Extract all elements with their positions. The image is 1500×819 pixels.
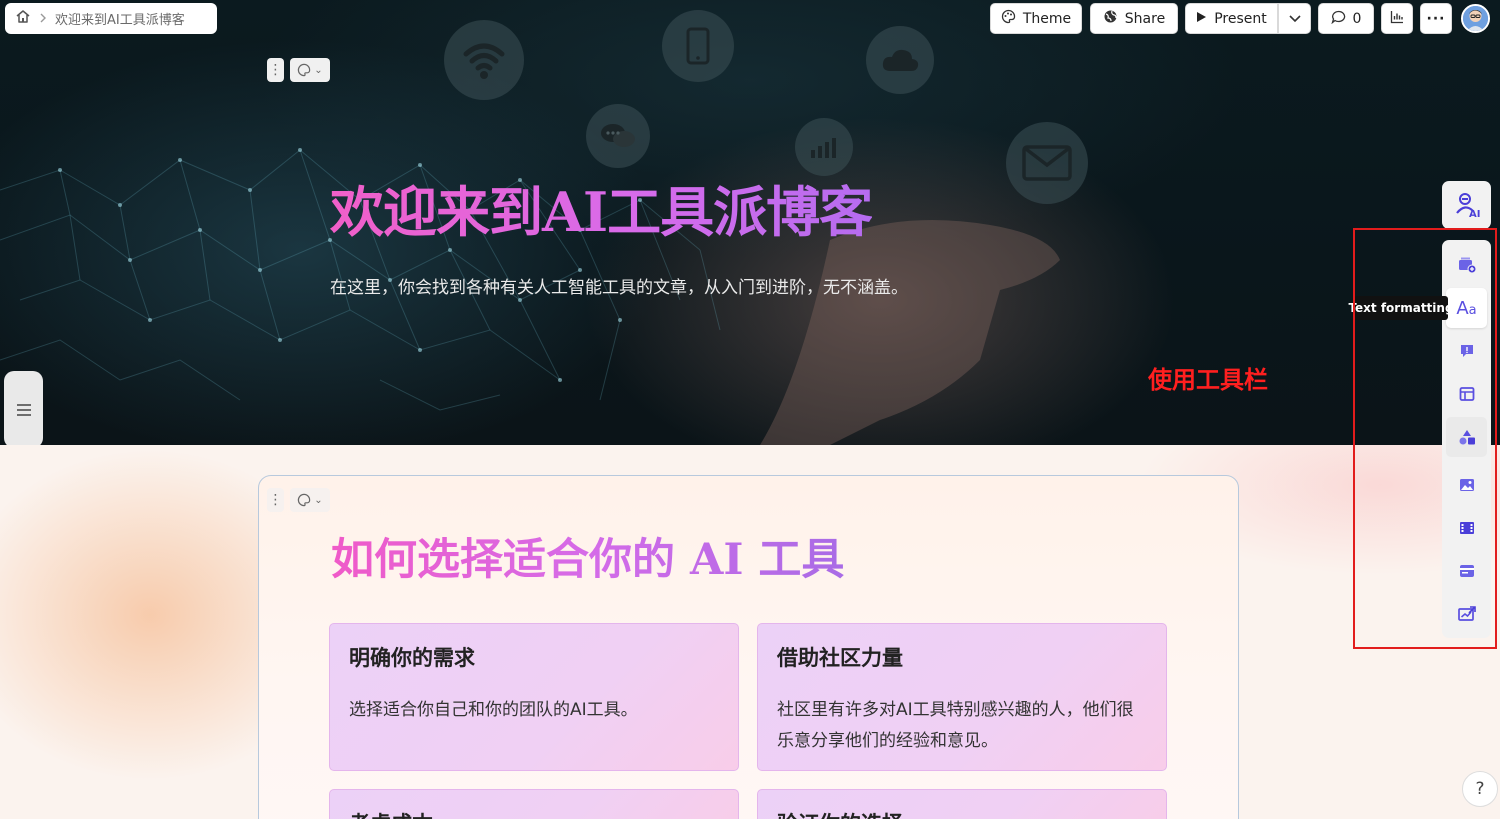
text-formatting-icon: Aa: [1456, 297, 1477, 319]
info-card[interactable]: 借助社区力量 社区里有许多对AI工具特别感兴趣的人，他们很乐意分享他们的经验和意…: [757, 623, 1167, 771]
info-card-heading: 明确你的需求: [349, 646, 475, 670]
info-card-heading: 验证你的选择: [777, 808, 1147, 819]
info-card[interactable]: 明确你的需求 选择适合你自己和你的团队的AI工具。: [329, 623, 739, 771]
insert-toolbar: Aa: [1442, 240, 1491, 638]
chevron-down-icon: ⌄: [314, 64, 323, 76]
present-button[interactable]: Present: [1185, 3, 1278, 34]
analytics-icon: [1390, 10, 1404, 28]
hero-title[interactable]: 欢迎来到AI工具派博客: [330, 168, 873, 247]
toc-menu-button[interactable]: [4, 371, 43, 448]
chat-bubbles-icon: [586, 104, 650, 168]
breadcrumb-page-title[interactable]: 欢迎来到AI工具派博客: [55, 9, 185, 28]
cloud-icon: [866, 26, 934, 94]
info-card-text: 社区里有许多对AI工具特别感兴趣的人，他们很乐意分享他们的经验和意见。: [777, 700, 1134, 751]
more-options-button[interactable]: ···: [1420, 3, 1452, 34]
image-icon: [1459, 479, 1474, 491]
chevron-down-icon: ⌄: [314, 494, 323, 506]
share-label: Share: [1124, 10, 1166, 27]
chevron-down-icon: [1288, 11, 1301, 27]
present-options-button[interactable]: [1278, 3, 1311, 34]
text-formatting-tooltip: Text formatting: [1348, 296, 1454, 320]
callout-icon: [1460, 345, 1473, 357]
callout-button[interactable]: [1446, 331, 1487, 371]
add-card-button[interactable]: [1446, 245, 1487, 285]
info-card[interactable]: 验证你的选择: [757, 789, 1167, 819]
info-card-heading: 借助社区力量: [777, 646, 903, 670]
shapes-button[interactable]: [1446, 417, 1487, 457]
image-button[interactable]: [1446, 465, 1487, 505]
present-label: Present: [1214, 10, 1267, 27]
home-icon[interactable]: [15, 9, 31, 28]
info-card-text: 选择适合你自己和你的团队的AI工具。: [349, 700, 638, 720]
section-title[interactable]: 如何选择适合你的 AI 工具: [331, 525, 844, 587]
embed-icon: [1459, 565, 1474, 577]
comments-count: 0: [1352, 10, 1362, 27]
ai-robot-icon: AI: [1455, 193, 1480, 219]
comment-icon: [1330, 10, 1346, 28]
annotation-text: 使用工具栏: [1148, 366, 1268, 394]
play-icon: [1196, 11, 1207, 27]
phone-icon: [662, 10, 734, 82]
video-icon: [1459, 522, 1474, 534]
more-horizontal-icon: ···: [1426, 10, 1446, 27]
user-avatar[interactable]: [1461, 4, 1490, 33]
analytics-button[interactable]: [1381, 3, 1413, 34]
hero-subtitle[interactable]: 在这里，你会找到各种有关人工智能工具的文章，从入门到进阶，无不涵盖。: [330, 273, 908, 298]
theme-label: Theme: [1022, 10, 1072, 27]
palette-icon: [1001, 9, 1016, 28]
embed-button[interactable]: [1446, 551, 1487, 591]
palette-icon: [298, 493, 311, 507]
hamburger-icon: [16, 403, 31, 416]
breadcrumb: 欢迎来到AI工具派博客: [5, 3, 217, 34]
add-card-icon: [1458, 257, 1476, 274]
comments-button[interactable]: 0: [1318, 3, 1374, 34]
block-drag-handle[interactable]: ⋮: [267, 58, 284, 82]
wifi-icon: [444, 20, 524, 100]
layout-button[interactable]: [1446, 374, 1487, 414]
help-button[interactable]: ?: [1462, 771, 1498, 807]
info-card[interactable]: 考虑成本: [329, 789, 739, 819]
block-style-button[interactable]: ⌄: [290, 58, 330, 82]
ai-assistant-button[interactable]: AI: [1442, 181, 1491, 229]
ai-badge-text: AI: [1469, 209, 1480, 219]
palette-icon: [298, 63, 311, 77]
chart-button[interactable]: [1446, 594, 1487, 634]
block-style-button[interactable]: ⌄: [290, 488, 330, 512]
shapes-icon: [1459, 430, 1475, 445]
theme-button[interactable]: Theme: [990, 3, 1082, 34]
info-card-heading: 考虑成本: [349, 808, 719, 819]
chevron-right-icon: [39, 9, 47, 28]
block-drag-handle[interactable]: ⋮: [267, 488, 284, 512]
mail-icon: [1006, 122, 1088, 204]
hero-banner: 欢迎来到AI工具派博客 在这里，你会找到各种有关人工智能工具的文章，从入门到进阶…: [0, 0, 1500, 445]
chart-icon: [1457, 606, 1476, 621]
globe-icon: [1103, 9, 1118, 28]
share-button[interactable]: Share: [1090, 3, 1178, 34]
video-button[interactable]: [1446, 508, 1487, 548]
layout-icon: [1459, 387, 1474, 401]
